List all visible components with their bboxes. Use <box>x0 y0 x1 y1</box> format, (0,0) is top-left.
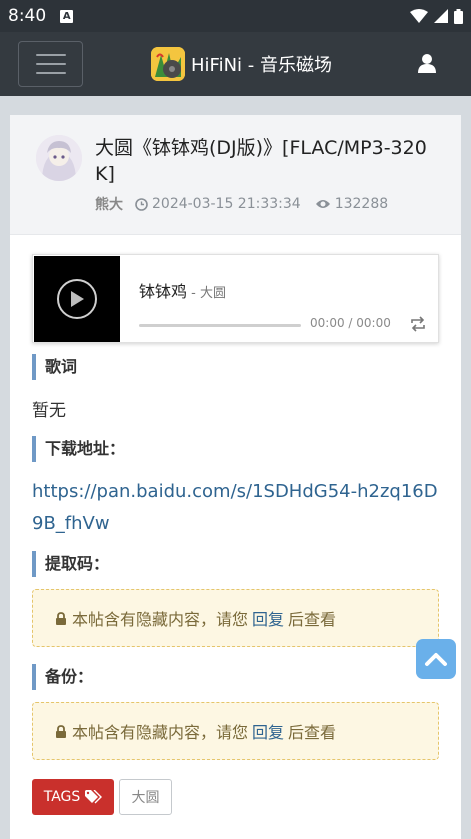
lock-icon <box>56 724 66 738</box>
signal-icon <box>434 9 448 23</box>
hidden-notice-text-end: 后查看 <box>288 723 337 742</box>
tags-label-text: TAGS <box>43 789 81 805</box>
post-title: 大圆《钵钵鸡(DJ版)》[FLAC/MP3-320K] <box>95 137 427 185</box>
lyrics-text: 暂无 <box>32 401 66 421</box>
post-datetime: 2024-03-15 21:33:34 <box>152 196 301 212</box>
audio-player: 钵钵鸡 - 大圆 00:00 / 00:00 <box>32 254 439 343</box>
backup-heading: 备份： <box>32 664 93 690</box>
user-icon <box>418 54 436 73</box>
site-logo <box>151 47 185 81</box>
hamburger-icon <box>35 54 66 56</box>
hidden-notice-text: 本帖含有隐藏内容，请您 <box>72 723 249 742</box>
status-bar: 8:40 A <box>0 0 471 32</box>
status-time: 8:40 <box>8 6 47 26</box>
progress-bar[interactable] <box>139 324 301 327</box>
post-header: 大圆《钵钵鸡(DJ版)》[FLAC/MP3-320K] 熊大 2024-03-1… <box>10 115 461 235</box>
user-button[interactable] <box>416 52 438 74</box>
track-artist: 大圆 <box>199 286 226 301</box>
tag-item[interactable]: 大圆 <box>119 779 172 815</box>
post-views: 132288 <box>334 196 389 212</box>
reply-link[interactable]: 回复 <box>252 719 284 743</box>
lock-icon <box>56 611 66 625</box>
menu-toggle-button[interactable] <box>18 41 83 87</box>
views-icon <box>315 200 330 208</box>
hidden-content-notice-backup: 本帖含有隐藏内容，请您 回复 后查看 <box>32 702 439 760</box>
reply-link[interactable]: 回复 <box>252 606 284 630</box>
avatar[interactable] <box>36 135 82 181</box>
notification-icon: A <box>60 9 74 23</box>
post-meta: 熊大 2024-03-15 21:33:34 132288 <box>95 194 388 214</box>
wifi-icon <box>410 9 428 23</box>
battery-icon <box>454 8 463 24</box>
scroll-to-top-button[interactable] <box>416 639 456 679</box>
tags-label: TAGS <box>32 779 114 815</box>
play-icon <box>71 291 84 307</box>
download-link[interactable]: https://pan.baidu.com/s/1SDHdG54-h2zq16D… <box>32 476 442 540</box>
track-title: 钵钵鸡 <box>139 282 188 301</box>
post-card: 大圆《钵钵鸡(DJ版)》[FLAC/MP3-320K] 熊大 2024-03-1… <box>10 115 461 839</box>
play-button[interactable] <box>57 279 97 319</box>
download-heading: 下载地址： <box>32 436 125 462</box>
lyrics-heading: 歌词 <box>32 354 77 380</box>
player-time: 00:00 / 00:00 <box>310 316 391 330</box>
extract-code-heading: 提取码： <box>32 551 109 577</box>
hidden-notice-text: 本帖含有隐藏内容，请您 <box>72 610 249 629</box>
navbar: HiFiNi - 音乐磁场 <box>0 32 471 96</box>
clock-icon <box>135 197 148 211</box>
site-brand[interactable]: HiFiNi - 音乐磁场 <box>151 47 332 81</box>
site-title: HiFiNi - 音乐磁场 <box>191 55 332 76</box>
hidden-notice-text-end: 后查看 <box>288 610 337 629</box>
track-info: 钵钵鸡 - 大圆 <box>139 278 226 302</box>
post-author[interactable]: 熊大 <box>95 194 123 214</box>
track-artist-separator: - <box>187 286 200 301</box>
tags-icon <box>85 790 103 804</box>
hidden-content-notice: 本帖含有隐藏内容，请您 回复 后查看 <box>32 589 439 647</box>
chevron-up-icon <box>425 653 447 666</box>
loop-icon[interactable] <box>409 316 427 332</box>
album-cover[interactable] <box>34 256 120 342</box>
